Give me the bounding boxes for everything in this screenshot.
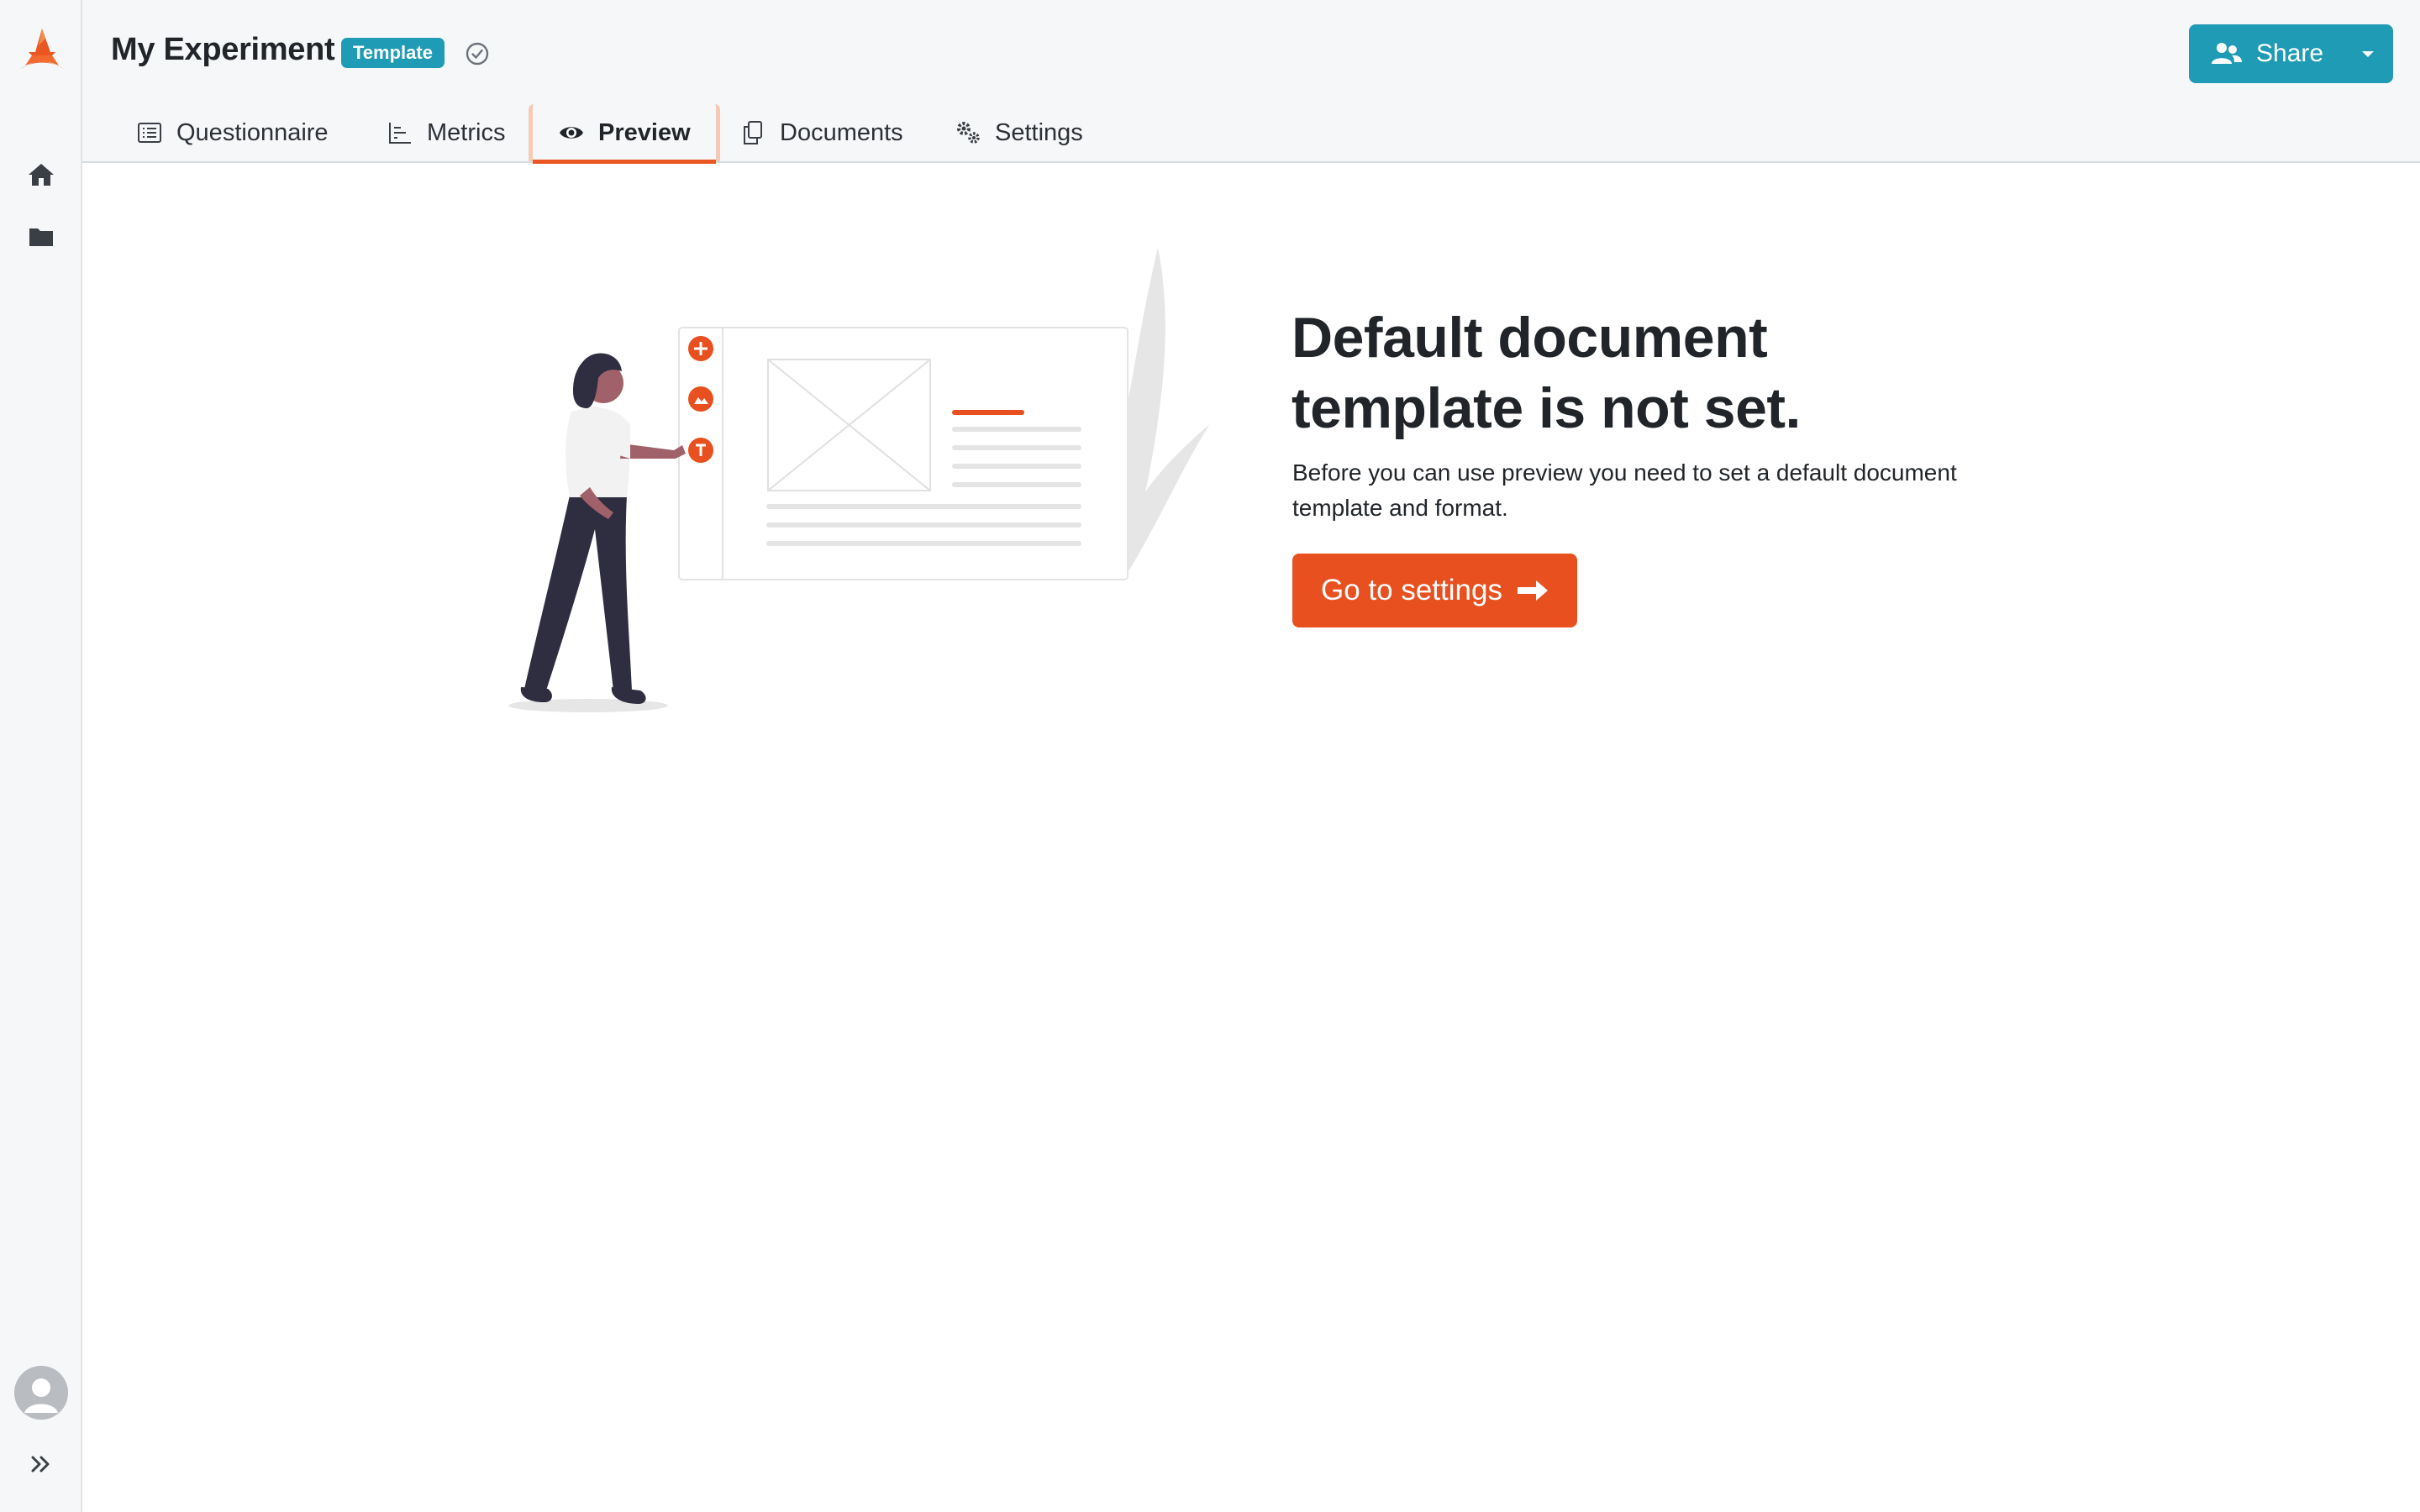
sidebar xyxy=(0,0,82,1512)
go-to-settings-label: Go to settings xyxy=(1321,574,1502,606)
tab-questionnaire[interactable]: Questionnaire xyxy=(136,104,329,161)
template-badge: Template xyxy=(341,38,445,68)
empty-state-description: Before you can use preview you need to s… xyxy=(1292,459,1957,521)
tab-label: Metrics xyxy=(427,118,506,146)
page-title: My Experiment xyxy=(111,32,335,67)
eye-icon xyxy=(560,127,583,139)
check-circle-icon xyxy=(466,42,489,66)
double-chevron-right-icon[interactable] xyxy=(28,1451,55,1478)
tab-settings[interactable]: Settings xyxy=(955,104,1083,161)
go-to-settings-button[interactable]: Go to settings xyxy=(1292,554,1577,627)
tab-label: Documents xyxy=(780,118,903,146)
tab-label: Questionnaire xyxy=(176,118,329,146)
folder-icon[interactable] xyxy=(26,222,56,252)
share-button[interactable]: Share xyxy=(2189,24,2344,83)
share-label: Share xyxy=(2256,39,2324,67)
tab-label: Preview xyxy=(598,118,691,146)
empty-state-heading: Default document template is not set. xyxy=(1292,306,1801,440)
user-avatar-icon[interactable] xyxy=(14,1366,68,1420)
empty-state-illustration xyxy=(508,248,1210,712)
tab-label: Settings xyxy=(995,118,1083,146)
chart-icon xyxy=(389,123,411,144)
tab-documents[interactable]: Documents xyxy=(739,104,903,161)
arrow-right-icon xyxy=(1517,580,1548,601)
home-icon[interactable] xyxy=(26,160,56,190)
share-dropdown-toggle[interactable] xyxy=(2344,24,2392,83)
top-header: My Experiment Template Share Questionnai… xyxy=(82,0,2420,164)
caret-down-icon xyxy=(2362,51,2374,57)
gears-icon xyxy=(957,122,980,144)
copy-icon xyxy=(744,121,762,144)
tab-preview[interactable]: Preview xyxy=(529,104,720,164)
tab-metrics[interactable]: Metrics xyxy=(387,104,505,161)
list-icon xyxy=(138,123,161,143)
share-button-group: Share xyxy=(2189,24,2393,83)
wizard-hat-logo-icon[interactable] xyxy=(17,27,67,74)
users-icon xyxy=(2212,43,2242,64)
